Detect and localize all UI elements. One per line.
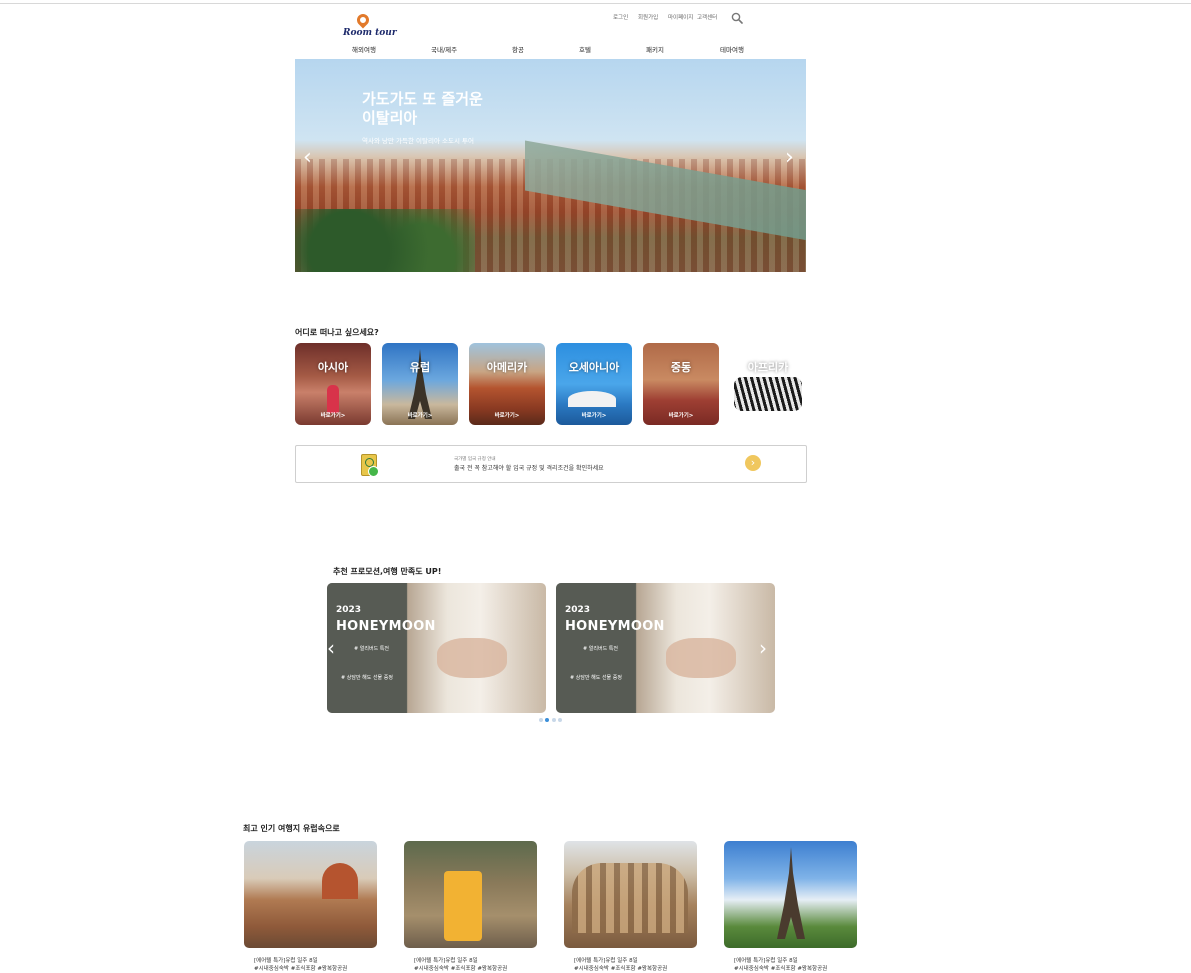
promo-next-arrow-icon[interactable]: ›: [759, 638, 767, 658]
hero-title: 가도가도 또 즐거운 이탈리아: [362, 90, 562, 128]
popular-card-florence[interactable]: [244, 841, 377, 948]
region-go-link[interactable]: 바로가기>: [730, 411, 806, 419]
nav-packages[interactable]: 패키지: [646, 44, 664, 54]
hero-title-line1: 가도가도 또 즐거운: [362, 90, 483, 108]
popular-caption-title: [에어텔 특가]유럽 일주 8일: [414, 958, 478, 964]
nav-flights[interactable]: 항공: [512, 44, 524, 54]
promo-tag: # 상담만 해도 선물 증정: [570, 675, 622, 681]
nav-theme-travel[interactable]: 테마여행: [720, 44, 744, 54]
notice-arrow-button[interactable]: ›: [745, 455, 761, 471]
region-card-america[interactable]: 아메리카 바로가기>: [469, 343, 545, 425]
region-go-link[interactable]: 바로가기>: [556, 411, 632, 419]
promo-year: 2023: [336, 605, 362, 615]
region-go-link[interactable]: 바로가기>: [643, 411, 719, 419]
popular-image-colosseum: [572, 863, 688, 933]
region-name: 아메리카: [486, 361, 528, 374]
region-card-oceania[interactable]: 오세아니아 바로가기>: [556, 343, 632, 425]
popular-image-tram: [444, 871, 482, 941]
popular-card-paris[interactable]: [724, 841, 857, 948]
region-card-africa[interactable]: 아프리카 바로가기>: [730, 343, 806, 425]
promo-title: HONEYMOON: [565, 619, 665, 634]
nav-overseas[interactable]: 해외여행: [352, 44, 376, 54]
popular-card-lisbon[interactable]: [404, 841, 537, 948]
region-image-figure: [327, 385, 339, 413]
eiffel-tower-icon: [777, 847, 805, 939]
hero-subtitle: 역사와 낭만 가득한 이탈리아 소도시 투어: [362, 137, 474, 145]
nav-domestic[interactable]: 국내/제주: [431, 44, 457, 54]
popular-caption: [에어텔 특가]유럽 일주 8일 #시내중심숙박 #조식포함 #왕복항공권: [734, 957, 827, 973]
promo-tag: # 얼리버드 특전: [354, 646, 389, 652]
top-divider: [0, 3, 1191, 4]
logo-text: Room tour: [343, 28, 397, 38]
promo-tag: # 상담만 해도 선물 증정: [341, 675, 393, 681]
region-image-opera-house: [568, 391, 616, 407]
popular-caption-title: [에어텔 특가]유럽 일주 8일: [734, 958, 798, 964]
signup-link[interactable]: 회원가입: [638, 13, 658, 21]
popular-caption: [에어텔 특가]유럽 일주 8일 #시내중심숙박 #조식포함 #왕복항공권: [574, 957, 667, 973]
hero-image-trees: [295, 209, 475, 272]
nav-hotels[interactable]: 호텔: [579, 44, 591, 54]
notice-text: 출국 전 꼭 참고해야 할 입국 규정 및 격리조건을 확인하세요: [454, 465, 604, 472]
region-name: 오세아니아: [568, 361, 620, 374]
promo-card-honeymoon-1[interactable]: 2023 HONEYMOON # 얼리버드 특전 # 상담만 해도 선물 증정 …: [327, 583, 546, 713]
region-name: 유럽: [409, 361, 431, 374]
region-name: 아시아: [317, 361, 349, 374]
regions-heading: 어디로 떠나고 싶으세요?: [295, 328, 379, 337]
mypage-link[interactable]: 마이페이지: [668, 13, 693, 21]
region-image-zebras: [734, 377, 802, 411]
hero-next-arrow-icon[interactable]: ›: [785, 147, 794, 169]
region-card-asia[interactable]: 아시아 바로가기>: [295, 343, 371, 425]
promo-title: HONEYMOON: [336, 619, 436, 634]
region-go-link[interactable]: 바로가기>: [382, 411, 458, 419]
login-link[interactable]: 로그인: [613, 13, 628, 21]
hero-prev-arrow-icon[interactable]: ‹: [303, 147, 312, 169]
region-name: 아프리카: [747, 361, 789, 374]
hero-banner[interactable]: 가도가도 또 즐거운 이탈리아 역사와 낭만 가득한 이탈리아 소도시 투어 ‹…: [295, 59, 806, 272]
popular-heading: 최고 인기 여행지 유럽속으로: [243, 824, 340, 833]
promo-image-hands: [666, 638, 736, 678]
carousel-dot[interactable]: [552, 718, 556, 722]
popular-caption: [에어텔 특가]유럽 일주 8일 #시내중심숙박 #조식포함 #왕복항공권: [414, 957, 507, 973]
region-card-middle-east[interactable]: 중동 바로가기>: [643, 343, 719, 425]
promo-image-hands: [437, 638, 507, 678]
popular-caption: [에어텔 특가]유럽 일주 8일 #시내중심숙박 #조식포함 #왕복항공권: [254, 957, 347, 973]
region-go-link[interactable]: 바로가기>: [295, 411, 371, 419]
promo-year: 2023: [565, 605, 591, 615]
promo-heading: 추천 프로모션,여행 만족도 UP!: [333, 567, 442, 576]
location-pin-icon: [354, 11, 372, 29]
promo-tag: # 얼리버드 특전: [583, 646, 618, 652]
popular-caption-title: [에어텔 특가]유럽 일주 8일: [574, 958, 638, 964]
hero-title-line2: 이탈리아: [362, 109, 418, 127]
carousel-dot[interactable]: [558, 718, 562, 722]
site-logo[interactable]: Room tour: [343, 11, 397, 42]
notice-caption: 국가별 입국 규정 안내: [454, 457, 496, 462]
region-card-europe[interactable]: 유럽 바로가기>: [382, 343, 458, 425]
search-icon[interactable]: [731, 12, 743, 24]
promo-prev-arrow-icon[interactable]: ‹: [327, 638, 335, 658]
passport-icon: [361, 454, 379, 477]
popular-caption-title: [에어텔 특가]유럽 일주 8일: [254, 958, 318, 964]
promo-card-honeymoon-2[interactable]: 2023 HONEYMOON # 얼리버드 특전 # 상담만 해도 선물 증정 …: [556, 583, 775, 713]
region-go-link[interactable]: 바로가기>: [469, 411, 545, 419]
customer-center-link[interactable]: 고객센터: [697, 13, 717, 21]
carousel-dot[interactable]: [539, 718, 543, 722]
popular-card-rome[interactable]: [564, 841, 697, 948]
carousel-dot-active[interactable]: [545, 718, 549, 722]
popular-image-dome: [322, 863, 358, 899]
region-name: 중동: [670, 361, 692, 374]
entry-rules-notice[interactable]: 국가별 입국 규정 안내 출국 전 꼭 참고해야 할 입국 규정 및 격리조건을…: [295, 445, 807, 483]
